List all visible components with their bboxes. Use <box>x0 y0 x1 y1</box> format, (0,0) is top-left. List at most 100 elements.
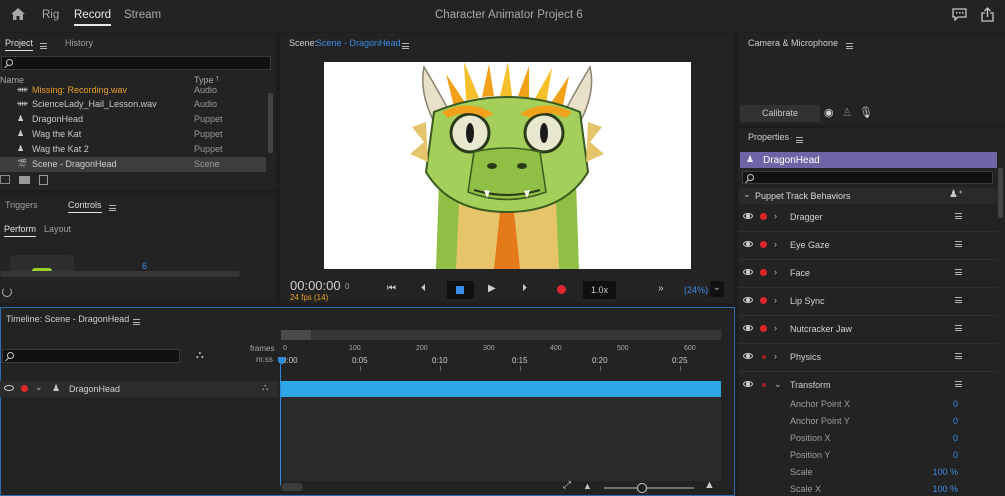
timeline-work-area-handle[interactable] <box>281 330 721 340</box>
timeline-h-scrollbar[interactable] <box>281 483 303 491</box>
track-header[interactable]: ⌄ ♟ DragonHead ⛬ <box>0 381 278 397</box>
puppet-track-icon[interactable]: ⛬ <box>196 349 204 362</box>
tab-history[interactable]: History <box>65 38 93 48</box>
nav-rig[interactable]: Rig <box>42 9 59 21</box>
tab-perform[interactable]: Perform <box>4 224 37 237</box>
controls-scrollbar[interactable] <box>0 271 240 277</box>
param-anchor-point-x[interactable]: Anchor Point X 0 <box>790 399 958 415</box>
behavior-menu-icon[interactable] <box>955 297 962 303</box>
param-anchor-point-y[interactable]: Anchor Point Y 0 <box>790 416 958 432</box>
project-search-input[interactable] <box>1 56 271 70</box>
puppet-header[interactable]: ♟ DragonHead <box>740 152 997 168</box>
arm-record-icon[interactable] <box>760 297 767 304</box>
scene-name-link[interactable]: Scene - DragonHead <box>316 38 401 48</box>
track-content-area[interactable] <box>281 397 721 481</box>
timeline-search-input[interactable] <box>2 349 180 363</box>
behavior-row-dragger[interactable]: › Dragger <box>738 204 998 232</box>
camera-menu-icon[interactable] <box>846 42 853 49</box>
arm-record-icon[interactable] <box>21 385 28 392</box>
timeline-ruler[interactable] <box>280 340 721 370</box>
controls-menu-icon[interactable] <box>109 204 116 211</box>
param-scale[interactable]: Scale 100 % <box>790 467 958 483</box>
home-icon[interactable] <box>10 7 26 21</box>
behavior-row-face[interactable]: › Face <box>738 260 998 288</box>
scene-canvas[interactable] <box>324 62 691 269</box>
eye-icon[interactable] <box>743 269 753 275</box>
eye-icon[interactable] <box>743 213 753 219</box>
param-value[interactable]: 0 <box>953 416 958 426</box>
record-button[interactable] <box>557 285 566 294</box>
webcam-icon[interactable]: ◉ <box>824 106 834 119</box>
nav-record[interactable]: Record <box>74 9 112 26</box>
list-item[interactable]: ♟ Wag the Kat 2 Puppet <box>0 142 266 157</box>
chevron-right-icon[interactable]: › <box>774 295 777 305</box>
eye-icon[interactable] <box>743 325 753 331</box>
properties-scrollbar[interactable] <box>998 168 1003 218</box>
step-forward-button[interactable]: ⏵ <box>522 283 527 294</box>
eye-icon[interactable] <box>743 353 753 359</box>
more-controls-icon[interactable]: » <box>658 283 664 294</box>
chevron-down-icon[interactable]: ⌄ <box>35 382 43 393</box>
chevron-right-icon[interactable]: › <box>774 351 777 361</box>
behavior-menu-icon[interactable] <box>955 213 962 219</box>
list-item[interactable]: ♟ DragonHead Puppet <box>0 112 266 127</box>
param-position-y[interactable]: Position Y 0 <box>790 450 958 466</box>
tab-triggers[interactable]: Triggers <box>5 200 38 210</box>
behavior-row-physics[interactable]: › Physics <box>738 344 998 372</box>
eye-icon[interactable] <box>743 241 753 247</box>
arm-record-icon[interactable] <box>760 213 767 220</box>
nav-stream[interactable]: Stream <box>124 9 161 21</box>
param-value[interactable]: 100 % <box>932 467 958 477</box>
step-back-button[interactable]: ⏴ <box>421 283 426 294</box>
folder-icon[interactable] <box>19 176 30 184</box>
list-item-selected[interactable]: 🎬 Scene - DragonHead Scene <box>0 157 266 172</box>
new-item-icon[interactable] <box>39 175 48 185</box>
scene-menu-icon[interactable] <box>402 42 409 49</box>
body-tracker-icon[interactable]: ♙ <box>842 106 852 119</box>
go-to-start-button[interactable]: ⏮ <box>387 283 396 294</box>
behaviors-section-header[interactable]: ⌄ Puppet Track Behaviors ♟⁺ <box>738 188 998 204</box>
new-bin-icon[interactable] <box>0 175 10 184</box>
timeline-menu-icon[interactable] <box>133 318 140 325</box>
tab-layout[interactable]: Layout <box>44 224 71 234</box>
zoom-level[interactable]: (24%) <box>684 285 708 295</box>
chevron-right-icon[interactable]: › <box>774 323 777 333</box>
behavior-menu-icon[interactable] <box>955 353 962 359</box>
param-position-x[interactable]: Position X 0 <box>790 433 958 449</box>
eye-icon[interactable] <box>743 297 753 303</box>
arm-record-icon[interactable] <box>760 269 767 276</box>
zoom-out-icon[interactable]: ▲ <box>583 481 592 491</box>
play-button[interactable]: ▶ <box>488 283 496 294</box>
calibrate-button[interactable]: Calibrate <box>740 105 820 122</box>
behavior-menu-icon[interactable] <box>955 381 962 387</box>
microphone-icon[interactable]: 🎙 <box>859 106 873 119</box>
refresh-icon[interactable] <box>2 287 12 297</box>
chevron-right-icon[interactable]: › <box>774 211 777 221</box>
param-value[interactable]: 0 <box>953 433 958 443</box>
zoom-in-icon[interactable]: ▲ <box>704 479 715 491</box>
tab-project[interactable]: Project <box>5 38 34 51</box>
arm-record-icon[interactable] <box>760 241 767 248</box>
behavior-row-eye-gaze[interactable]: › Eye Gaze <box>738 232 998 260</box>
eye-icon[interactable] <box>743 381 753 387</box>
behavior-row-nutcracker-jaw[interactable]: › Nutcracker Jaw <box>738 316 998 344</box>
zoom-slider-track[interactable] <box>604 487 694 489</box>
param-value[interactable]: 100 % <box>932 484 958 494</box>
param-scale-x[interactable]: Scale X 100 % <box>790 484 958 496</box>
behavior-menu-icon[interactable] <box>955 241 962 247</box>
eye-icon[interactable] <box>4 385 14 391</box>
properties-menu-icon[interactable] <box>796 136 803 143</box>
param-value[interactable]: 0 <box>953 450 958 460</box>
param-value[interactable]: 0 <box>953 399 958 409</box>
list-item[interactable]: ᚔ Missing: Recording.wav Audio <box>0 83 266 98</box>
chevron-right-icon[interactable]: › <box>774 267 777 277</box>
arm-record-icon[interactable] <box>762 355 766 359</box>
puppet-track-icon[interactable]: ⛬ <box>262 382 268 393</box>
comment-icon[interactable] <box>952 8 967 22</box>
project-scrollbar[interactable] <box>268 93 273 153</box>
add-behavior-icon[interactable]: ♟⁺ <box>949 189 963 200</box>
playback-speed-field[interactable]: 1.0x <box>583 281 616 299</box>
chevron-down-icon[interactable]: ⌄ <box>774 379 782 390</box>
zoom-dropdown[interactable]: ⌄ <box>710 281 724 297</box>
timecode-display[interactable]: 00:00:00 <box>290 278 341 293</box>
